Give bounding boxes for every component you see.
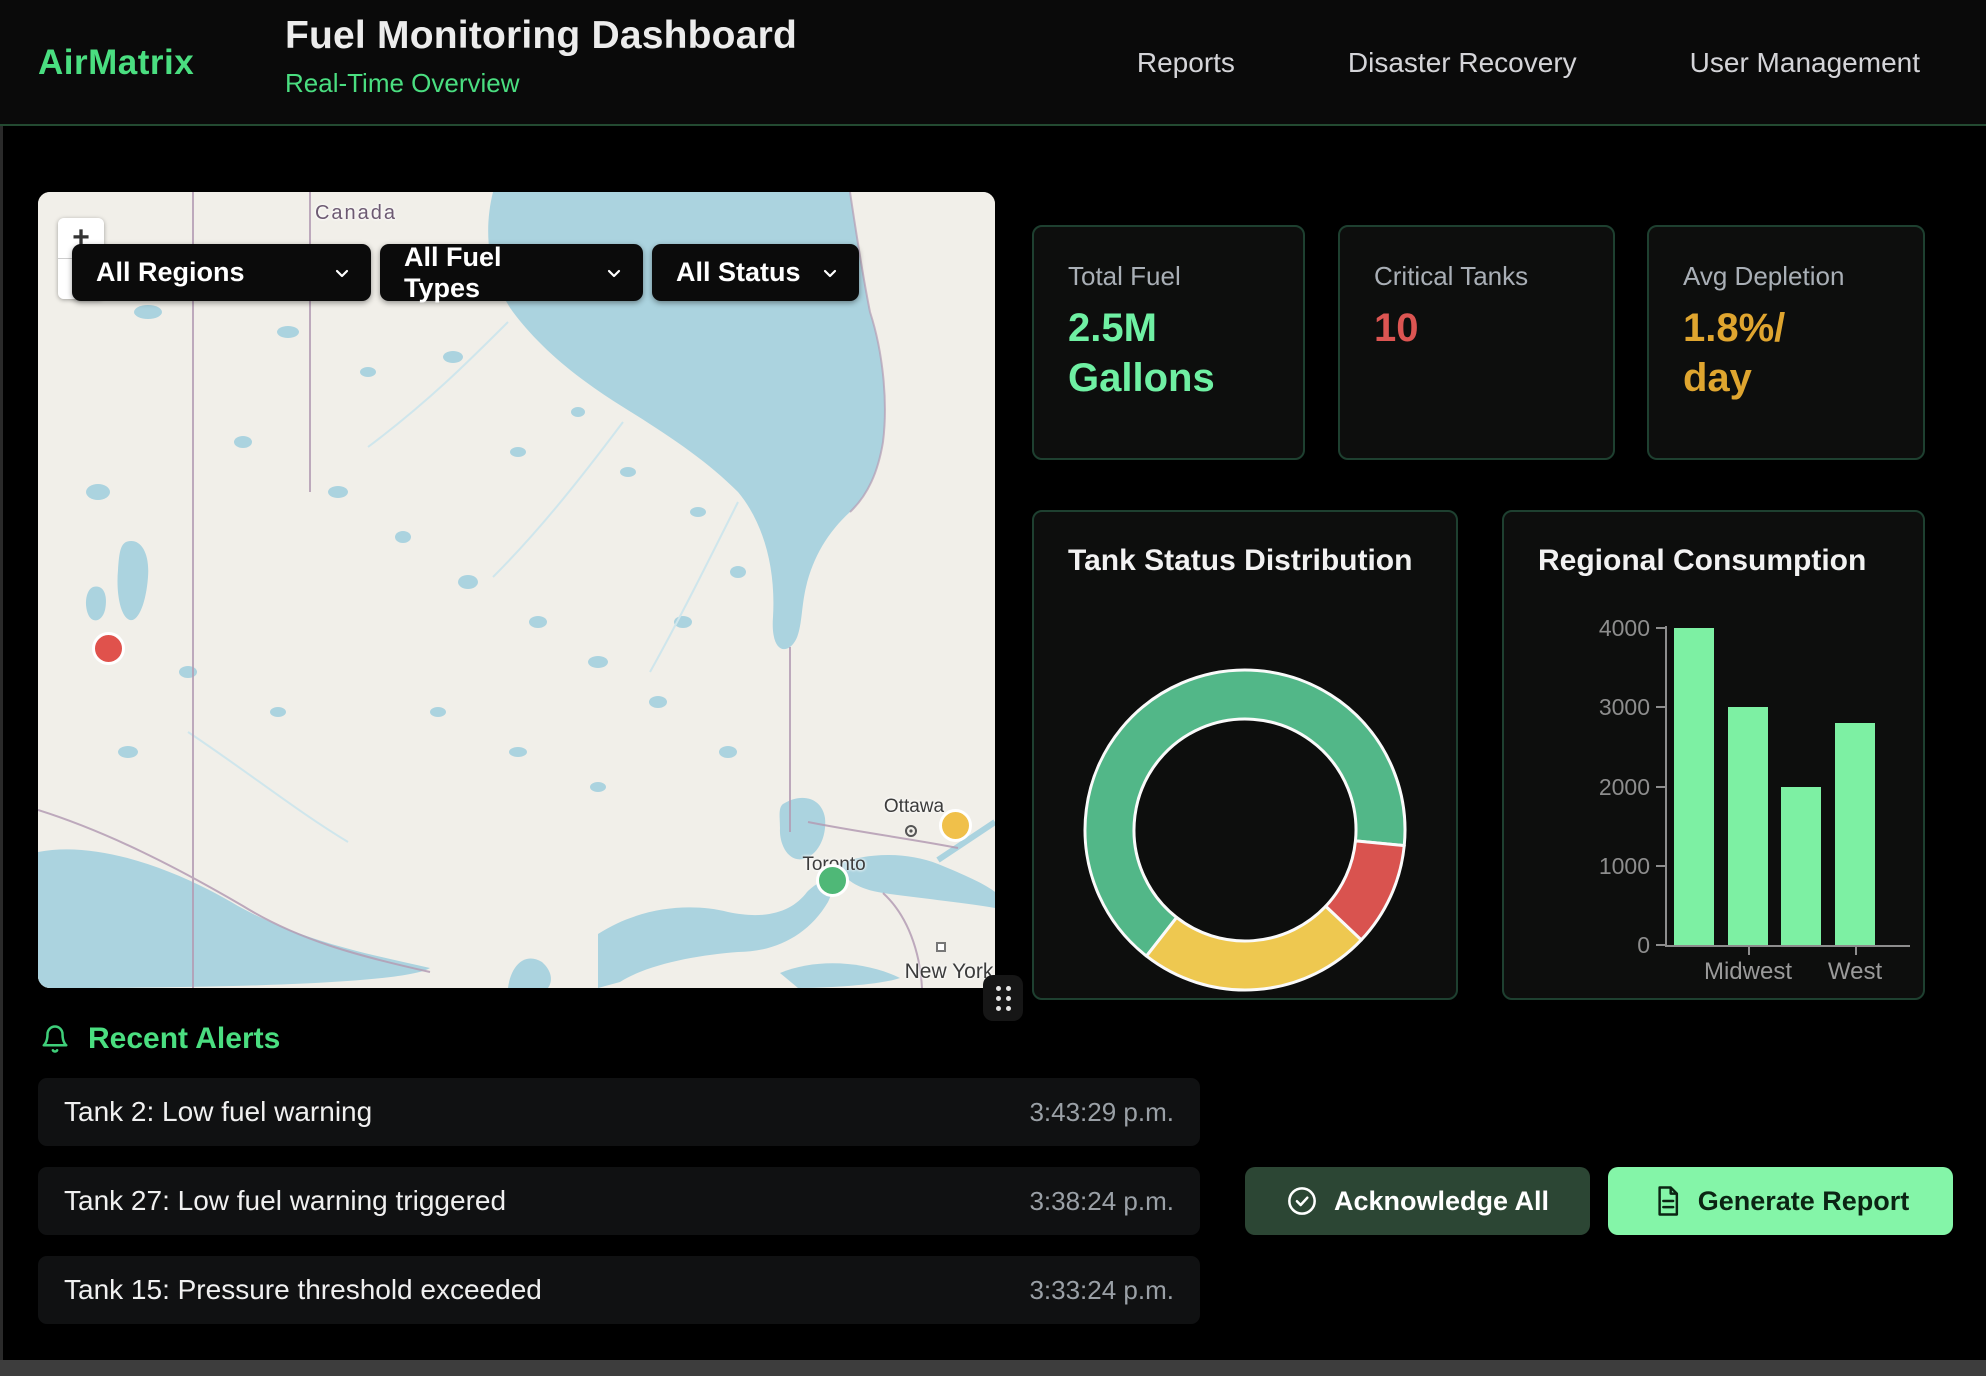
tank-marker-critical[interactable] <box>92 632 125 665</box>
alert-row[interactable]: Tank 27: Low fuel warning triggered 3:38… <box>38 1167 1200 1235</box>
stat-label: Avg Depletion <box>1683 261 1844 292</box>
nav-reports[interactable]: Reports <box>1137 47 1235 79</box>
stat-label: Critical Tanks <box>1374 261 1528 292</box>
ottawa-town-icon <box>904 824 918 838</box>
x-tick <box>1855 947 1857 955</box>
fuel-type-filter-dropdown[interactable]: All Fuel Types <box>380 244 643 301</box>
nav-disaster-recovery[interactable]: Disaster Recovery <box>1348 47 1577 79</box>
regional-consumption-bar-chart: 01000200030004000MidwestWest <box>1504 512 1927 1000</box>
x-tick <box>1748 947 1750 955</box>
title-block: Fuel Monitoring Dashboard Real-Time Over… <box>285 14 797 99</box>
fuel-type-filter-value: All Fuel Types <box>404 242 585 304</box>
alert-time: 3:33:24 p.m. <box>1029 1275 1174 1306</box>
stat-card-total-fuel: Total Fuel 2.5MGallons <box>1032 225 1305 460</box>
tank-marker-normal[interactable] <box>816 864 849 897</box>
alert-time: 3:38:24 p.m. <box>1029 1186 1174 1217</box>
tank-status-card: Tank Status Distribution <box>1032 510 1458 1000</box>
alert-message: Tank 2: Low fuel warning <box>64 1096 372 1128</box>
nav-user-management[interactable]: User Management <box>1690 47 1920 79</box>
page-title: Fuel Monitoring Dashboard <box>285 14 797 58</box>
bar-region-3 <box>1835 723 1875 945</box>
x-tick-label: West <box>1790 958 1920 986</box>
alert-time: 3:43:29 p.m. <box>1029 1097 1174 1128</box>
chevron-down-icon <box>819 262 841 284</box>
alert-message: Tank 15: Pressure threshold exceeded <box>64 1274 542 1306</box>
fuel-monitoring-dashboard: AirMatrix Fuel Monitoring Dashboard Real… <box>0 0 1986 1376</box>
chevron-down-icon <box>331 262 353 284</box>
stat-value: 2.5MGallons <box>1068 303 1215 403</box>
acknowledge-all-label: Acknowledge All <box>1334 1186 1549 1217</box>
tank-marker-warning[interactable] <box>939 809 972 842</box>
stat-value: 10 <box>1374 303 1419 353</box>
generate-report-button[interactable]: Generate Report <box>1608 1167 1953 1235</box>
y-tick <box>1656 706 1665 708</box>
x-axis <box>1665 945 1910 947</box>
stat-card-avg-depletion: Avg Depletion 1.8%/day <box>1647 225 1925 460</box>
generate-report-label: Generate Report <box>1698 1186 1910 1217</box>
stat-value: 1.8%/day <box>1683 303 1785 403</box>
y-tick-label: 2000 <box>1574 774 1650 801</box>
map-filter-row: All Regions All Fuel Types All Status <box>72 244 859 301</box>
y-tick <box>1656 627 1665 629</box>
y-tick-label: 0 <box>1574 932 1650 959</box>
y-tick-label: 4000 <box>1574 615 1650 642</box>
y-axis <box>1665 626 1667 947</box>
bar-region-2 <box>1781 787 1821 946</box>
region-filter-value: All Regions <box>96 257 245 288</box>
acknowledge-all-button[interactable]: Acknowledge All <box>1245 1167 1590 1235</box>
map-label-new-york: New York <box>884 960 995 984</box>
window-bottom-strip <box>0 1360 1986 1376</box>
chevron-down-icon <box>603 262 625 284</box>
drag-dots-icon <box>996 986 1011 1011</box>
stat-card-critical-tanks: Critical Tanks 10 <box>1338 225 1615 460</box>
alert-row[interactable]: Tank 2: Low fuel warning 3:43:29 p.m. <box>38 1078 1200 1146</box>
status-filter-dropdown[interactable]: All Status <box>652 244 859 301</box>
window-edge <box>0 0 3 1376</box>
regional-consumption-card: Regional Consumption 01000200030004000Mi… <box>1502 510 1925 1000</box>
app-header: AirMatrix Fuel Monitoring Dashboard Real… <box>0 0 1986 126</box>
alerts-title: Recent Alerts <box>88 1022 280 1056</box>
tank-map[interactable]: Canada Ottawa Toronto New York + − All R… <box>38 192 995 988</box>
map-label-canada: Canada <box>296 202 416 225</box>
donut-segment-warning <box>1146 906 1361 990</box>
bar-region-1 <box>1728 707 1768 945</box>
new-york-town-icon <box>936 942 946 952</box>
check-circle-icon <box>1286 1185 1318 1217</box>
y-tick <box>1656 944 1665 946</box>
y-tick <box>1656 865 1665 867</box>
y-tick-label: 3000 <box>1574 694 1650 721</box>
alert-row[interactable]: Tank 15: Pressure threshold exceeded 3:3… <box>38 1256 1200 1324</box>
alert-message: Tank 27: Low fuel warning triggered <box>64 1185 506 1217</box>
status-filter-value: All Status <box>676 257 801 288</box>
bar-region-0 <box>1674 628 1714 945</box>
main-nav: Reports Disaster Recovery User Managemen… <box>1137 0 1920 126</box>
map-resize-handle[interactable] <box>983 975 1023 1021</box>
alerts-header: Recent Alerts <box>40 1022 280 1056</box>
y-tick-label: 1000 <box>1574 853 1650 880</box>
app-logo: AirMatrix <box>38 0 194 126</box>
file-text-icon <box>1652 1185 1682 1217</box>
y-tick <box>1656 786 1665 788</box>
donut-chart-title: Tank Status Distribution <box>1068 544 1412 578</box>
page-subtitle: Real-Time Overview <box>285 68 797 99</box>
bell-icon <box>40 1022 70 1056</box>
region-filter-dropdown[interactable]: All Regions <box>72 244 371 301</box>
stat-label: Total Fuel <box>1068 261 1181 292</box>
tank-status-donut-chart <box>1077 662 1413 998</box>
